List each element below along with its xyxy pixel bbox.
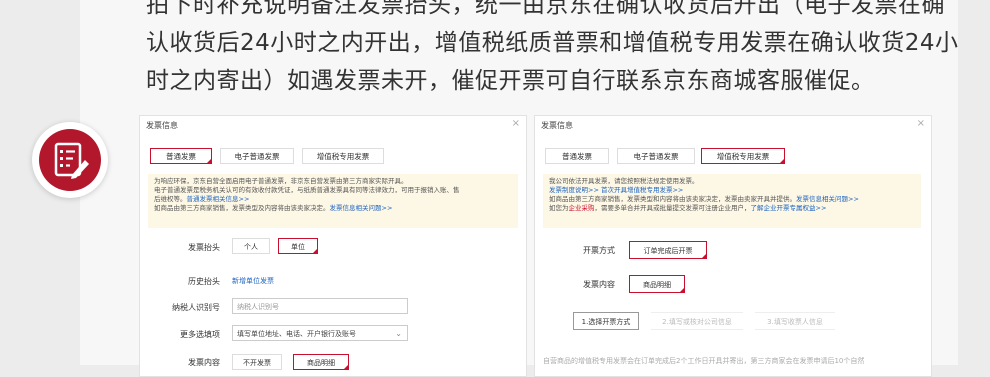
no-invoice-option[interactable]: 不开发票 — [232, 354, 282, 370]
notice-line: 如商品由第三方商家销售，发票类型及内容将由该卖家决定。发票信息相关问题>> — [154, 204, 512, 213]
add-company-invoice-link[interactable]: 新增单位发票 — [232, 276, 274, 286]
dialog-title: 发票信息 — [541, 121, 573, 130]
notice-text: 如您为 — [549, 204, 569, 212]
invoice-after-order-option[interactable]: 订单完成后开票 — [629, 241, 707, 259]
notice-line: 电子普通发票是税务机关认可的有效收付款凭证，与纸质普通发票具有同等法律效力，可用… — [154, 186, 460, 194]
chevron-down-icon: ⌄ — [395, 329, 402, 338]
tab-normal-invoice[interactable]: 普通发票 — [545, 148, 609, 164]
enterprise-benefits-link[interactable]: 了解企业开票专属权益>> — [751, 204, 827, 212]
tab-vat-invoice[interactable]: 增值税专用发票 — [302, 148, 384, 164]
invoice-dialog-right: 发票信息 × 普通发票 电子普通发票 增值税专用发票 我公司依法开具发票，请您按… — [534, 115, 932, 377]
tab-normal-invoice[interactable]: 普通发票 — [150, 148, 212, 164]
invoice-method-label: 开票方式 — [583, 246, 615, 255]
invoice-faq-link[interactable]: 发票信息相关问题>> — [330, 204, 393, 212]
taxpayer-id-label: 纳税人识别号 — [172, 303, 220, 312]
notice-text: 如商品由第三方商家销售，发票类型和内容将由该卖家决定，发票由卖家开具并提供。 — [549, 195, 796, 203]
intro-line: 拍下时补充说明备注发票抬头，统一由京东在确认收货后开出（电子发票在确 — [146, 0, 945, 18]
notice-line: 为响应环保，京东自营全面启用电子普通发票，非京东自营发票由第三方商家实际开具。 — [154, 177, 408, 185]
normal-invoice-info-link[interactable]: 普通发票相关信息>> — [187, 195, 250, 203]
invoice-edit-icon — [39, 129, 101, 191]
notice-text: ，需要多单合并开具或批量提交发票可注册企业用户， — [594, 204, 751, 212]
invoice-faq-link[interactable]: 发票信息相关问题>> — [796, 195, 859, 203]
invoice-badge — [32, 122, 108, 198]
more-options-select[interactable]: 填写单位地址、电话、开户银行及账号 ⌄ — [232, 325, 408, 341]
notice-box: 为响应环保，京东自营全面启用电子普通发票，非京东自营发票由第三方商家实际开具。 … — [148, 174, 518, 228]
goods-detail-option[interactable]: 商品明细 — [293, 354, 349, 370]
notice-text: 如商品由第三方商家销售，发票类型及内容将由该卖家决定。 — [154, 204, 330, 212]
intro-line: 时之内寄出）如遇发票未开，催促开票可自行联系京东商城客服催促。 — [146, 68, 875, 94]
notice-line: 如商品由第三方商家销售，发票类型和内容将由该卖家决定，发票由卖家开具并提供。发票… — [549, 195, 915, 204]
more-options-label: 更多选填项 — [180, 330, 220, 339]
step-1-choose-method[interactable]: 1.选择开票方式 — [573, 312, 639, 330]
goods-detail-option[interactable]: 商品明细 — [629, 275, 685, 293]
invoice-dialog-left: 发票信息 × 普通发票 电子普通发票 增值税专用发票 为响应环保，京东自营全面启… — [139, 115, 527, 377]
tab-electronic-invoice[interactable]: 电子普通发票 — [617, 148, 695, 164]
dialog-title: 发票信息 — [146, 121, 178, 130]
notice-line: 后维权等。普通发票相关信息>> — [154, 195, 512, 204]
close-icon[interactable]: × — [512, 118, 520, 129]
history-header-label: 历史抬头 — [188, 277, 220, 286]
step-3-recipient-info: 3.填写收票人信息 — [755, 312, 835, 330]
taxpayer-id-input[interactable]: 纳税人识别号 — [232, 298, 408, 314]
step-2-company-info: 2.填写或核对公司信息 — [651, 312, 743, 330]
intro-text: 拍下时补充说明备注发票抬头，统一由京东在确认收货后开出（电子发票在确 认收货后2… — [146, 0, 959, 100]
tab-electronic-invoice[interactable]: 电子普通发票 — [220, 148, 294, 164]
notice-line: 我公司依法开具发票，请您按照税法规定使用发票。 — [549, 177, 699, 185]
notice-text: 后维权等。 — [154, 195, 187, 203]
invoice-content-label: 发票内容 — [188, 358, 220, 367]
notice-line: 如您为企业采购，需要多单合并开具或批量提交发票可注册企业用户，了解企业开票专属权… — [549, 204, 915, 213]
invoice-policy-links[interactable]: 发票制度说明>> 首次开具增值税专用发票>> — [549, 186, 915, 195]
header-personal-option[interactable]: 个人 — [232, 238, 270, 254]
enterprise-purchase-link[interactable]: 企业采购 — [569, 204, 595, 212]
header-company-option[interactable]: 单位 — [278, 238, 318, 254]
close-icon[interactable]: × — [917, 118, 925, 129]
notice-box: 我公司依法开具发票，请您按照税法规定使用发票。 发票制度说明>> 首次开具增值税… — [543, 174, 921, 228]
tab-vat-invoice[interactable]: 增值税专用发票 — [701, 148, 785, 164]
invoice-header-label: 发票抬头 — [188, 243, 220, 252]
invoice-content-label: 发票内容 — [583, 280, 615, 289]
intro-line: 认收货后24小时之内开出，增值税纸质普票和增值税专用发票在确认收货24小 — [146, 30, 959, 56]
more-options-value: 填写单位地址、电话、开户银行及账号 — [237, 330, 356, 338]
